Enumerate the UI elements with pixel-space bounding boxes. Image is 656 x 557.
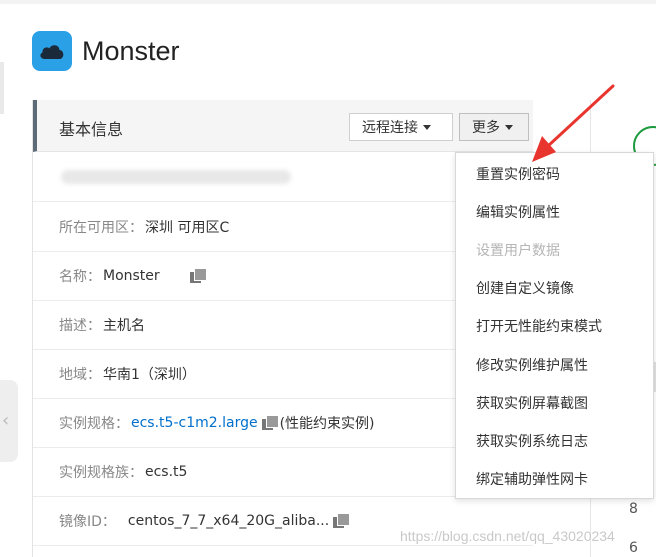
copy-icon[interactable] — [189, 268, 207, 284]
panel-title: 基本信息 — [59, 120, 124, 139]
row-note: (性能约束实例) — [279, 416, 375, 432]
menu-item-set-user-data: 设置用户数据 — [476, 243, 560, 259]
instance-header: Monster — [32, 30, 180, 72]
menu-item-edit-attributes[interactable]: 编辑实例属性 — [456, 193, 653, 231]
annotation-arrow-icon — [532, 84, 615, 162]
instance-title: Monster — [82, 35, 180, 66]
row-label: 地域： — [59, 367, 101, 383]
more-label: 更多 — [472, 120, 500, 136]
left-edge — [0, 62, 4, 114]
cloud-icon — [32, 31, 72, 71]
menu-item-maintenance[interactable]: 修改实例维护属性 — [456, 346, 653, 384]
caret-down-icon — [505, 124, 513, 130]
menu-item-create-image[interactable]: 创建自定义镜像 — [456, 269, 653, 307]
remote-connect-button[interactable]: 远程连接 — [349, 113, 453, 141]
row-label: 名称： — [59, 269, 101, 285]
row-label: 所在可用区： — [59, 220, 143, 236]
watermark: https://blog.csdn.net/qq_43020234 — [400, 528, 615, 544]
more-button[interactable]: 更多 — [459, 113, 529, 141]
row-value: 华南1（深圳） — [103, 367, 196, 383]
spec-link[interactable]: ecs.t5-c1m2.large — [131, 415, 258, 431]
side-number: 8 — [629, 501, 638, 517]
menu-item-unlimited-mode[interactable]: 打开无性能约束模式 — [456, 307, 653, 345]
row-label: 实例规格： — [59, 416, 129, 432]
remote-connect-label: 远程连接 — [362, 120, 418, 136]
row-label: 描述： — [59, 318, 101, 334]
copy-icon[interactable] — [261, 415, 279, 431]
more-dropdown-menu: 重置实例密码 编辑实例属性 设置用户数据 创建自定义镜像 打开无性能约束模式 修… — [455, 152, 654, 499]
menu-item-system-log[interactable]: 获取实例系统日志 — [456, 422, 653, 460]
redacted-text — [61, 170, 291, 184]
side-number: 6 — [629, 540, 638, 556]
row-label: 实例规格族： — [59, 465, 143, 481]
chevron-left-icon: ‹ — [2, 410, 10, 431]
row-value: 主机名 — [103, 318, 145, 334]
row-value: 深圳 可用区C — [145, 220, 230, 236]
row-value: centos_7_7_x64_20G_aliba... — [127, 513, 330, 529]
row-value: Monster — [103, 268, 160, 284]
caret-down-icon — [423, 124, 431, 130]
row-label: 镜像ID： — [59, 514, 116, 530]
panel-header: 基本信息 远程连接 更多 — [33, 100, 533, 152]
row-value: ecs.t5 — [145, 464, 188, 480]
menu-item-bind-eni[interactable]: 绑定辅助弹性网卡 — [456, 460, 653, 498]
menu-item-screenshot[interactable]: 获取实例屏幕截图 — [456, 384, 653, 422]
copy-icon[interactable] — [333, 513, 351, 529]
top-divider — [0, 0, 656, 4]
sidebar-toggle[interactable]: ‹ — [0, 380, 18, 462]
